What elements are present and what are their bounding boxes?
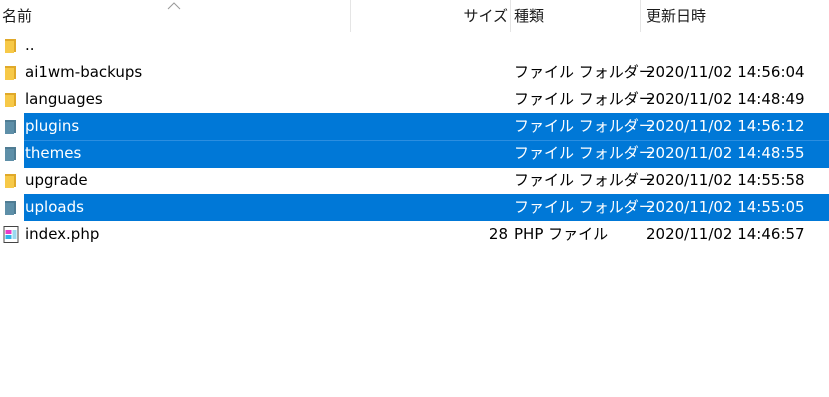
file-modified-date: 2020/11/02 14:55:58 — [646, 171, 805, 189]
file-modified-date: 2020/11/02 14:48:55 — [646, 144, 805, 162]
file-size — [420, 113, 508, 140]
php-file-icon — [3, 226, 19, 243]
file-row[interactable]: uploads ファイル フォルダー 2020/11/02 14:55:05 — [0, 194, 829, 221]
file-row[interactable]: index.php 28 PHP ファイル 2020/11/02 14:46:57 — [0, 221, 829, 248]
file-name: index.php — [25, 225, 100, 243]
folder-icon — [5, 39, 16, 53]
file-type: ファイル フォルダー — [514, 90, 654, 108]
file-type: ファイル フォルダー — [514, 63, 654, 81]
file-type: ファイル フォルダー — [514, 171, 654, 189]
file-row[interactable]: .. — [0, 32, 829, 59]
column-header-type[interactable]: 種類 — [514, 0, 544, 32]
file-size — [420, 59, 508, 86]
folder-icon — [5, 174, 16, 188]
file-type: ファイル フォルダー — [514, 198, 654, 216]
column-divider[interactable] — [640, 0, 641, 32]
file-row[interactable]: upgrade ファイル フォルダー 2020/11/02 14:55:58 — [0, 167, 829, 194]
column-divider[interactable] — [350, 0, 351, 32]
file-name: uploads — [25, 198, 84, 216]
file-size — [420, 167, 508, 194]
folder-icon — [5, 201, 16, 215]
folder-icon — [5, 120, 16, 134]
file-size — [420, 140, 508, 167]
file-row[interactable]: ai1wm-backups ファイル フォルダー 2020/11/02 14:56:… — [0, 59, 829, 86]
file-size: 28 — [488, 225, 508, 243]
file-type: PHP ファイル — [514, 225, 609, 243]
file-size — [420, 86, 508, 113]
file-name: .. — [25, 36, 35, 54]
file-row[interactable]: plugins ファイル フォルダー 2020/11/02 14:56:12 — [0, 113, 829, 140]
file-size — [420, 32, 508, 59]
file-size — [420, 194, 508, 221]
file-modified-date: 2020/11/02 14:55:05 — [646, 198, 805, 216]
file-modified-date: 2020/11/02 14:48:49 — [646, 90, 805, 108]
column-header-date[interactable]: 更新日時 — [646, 0, 706, 32]
column-divider[interactable] — [510, 0, 511, 32]
file-modified-date: 2020/11/02 14:56:04 — [646, 63, 805, 81]
file-type: ファイル フォルダー — [514, 144, 654, 162]
file-row[interactable]: languages ファイル フォルダー 2020/11/02 14:48:49 — [0, 86, 829, 113]
column-header: 名前 サイズ 種類 更新日時 — [0, 0, 829, 32]
folder-icon — [5, 66, 16, 80]
file-modified-date: 2020/11/02 14:46:57 — [646, 225, 805, 243]
folder-icon — [5, 147, 16, 161]
file-list: .. ai1wm-backups ファイル フォルダー 2020/11/02 14:5… — [0, 32, 829, 248]
column-header-name[interactable]: 名前 — [2, 0, 32, 32]
file-name: plugins — [25, 117, 80, 135]
folder-icon — [5, 93, 16, 107]
file-name: languages — [25, 90, 103, 108]
file-type: ファイル フォルダー — [514, 117, 654, 135]
file-name: themes — [25, 144, 82, 162]
sort-ascending-icon — [167, 2, 181, 10]
file-name: upgrade — [25, 171, 88, 189]
file-name: ai1wm-backups — [25, 63, 143, 81]
file-row[interactable]: themes ファイル フォルダー 2020/11/02 14:48:55 — [0, 140, 829, 168]
file-modified-date: 2020/11/02 14:56:12 — [646, 117, 805, 135]
column-header-size[interactable]: サイズ — [420, 0, 508, 32]
